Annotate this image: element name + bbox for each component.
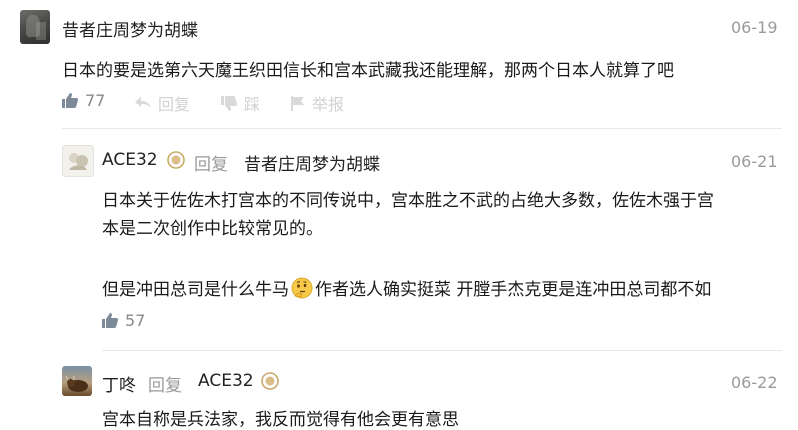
comment-author[interactable]: ACE32 xyxy=(102,150,158,170)
reply-to-user[interactable]: ACE32 xyxy=(198,371,254,391)
comment-date: 06-21 xyxy=(731,152,778,171)
level-badge-icon xyxy=(167,151,185,169)
avatar[interactable] xyxy=(62,366,92,396)
comment-date: 06-22 xyxy=(731,373,778,392)
avatar[interactable] xyxy=(62,145,94,177)
comment-text-line: 日本关于佐佐木打宫本的不同传说中，宫本胜之不武的占绝大多数，佐佐木强于宫 xyxy=(102,191,714,211)
comment-author[interactable]: 昔者庄周梦为胡蝶 xyxy=(62,16,198,41)
thinking-emoji-icon xyxy=(291,277,313,299)
comment-text-line: 但是冲田总司是什么牛马 作者选人确实挺菜 开膛手杰克更是连冲田总司都不如 xyxy=(102,275,711,300)
flag-icon xyxy=(290,95,306,112)
reply-to-user[interactable]: 昔者庄周梦为胡蝶 xyxy=(244,150,380,175)
reply-to-label: 回复 xyxy=(148,376,182,396)
comment-date: 06-19 xyxy=(731,18,778,37)
comment-text: 宫本自称是兵法家，我反而觉得有他会更有意思 xyxy=(102,410,459,430)
divider xyxy=(62,128,782,129)
like-button[interactable]: 57 xyxy=(101,311,145,330)
reply-button[interactable]: 回复 xyxy=(134,91,190,115)
report-label: 举报 xyxy=(312,95,345,114)
level-badge-icon xyxy=(261,372,279,390)
report-button[interactable]: 举报 xyxy=(290,91,344,115)
like-button[interactable]: 77 xyxy=(61,91,105,110)
reply-to-label: 回复 xyxy=(194,155,228,175)
comment-text: 日本的要是选第六天魔王织田信长和宫本武藏我还能理解，那两个日本人就算了吧 xyxy=(62,61,674,81)
divider xyxy=(102,350,782,351)
like-count: 57 xyxy=(125,311,146,330)
comment-text-part: 作者选人确实挺菜 开膛手杰克更是连冲田总司都不如 xyxy=(315,280,712,300)
reply-arrow-icon xyxy=(134,95,152,111)
comment-text-line: 本是二次创作中比较常见的。 xyxy=(102,219,323,239)
comment-author[interactable]: 丁咚 xyxy=(102,371,136,396)
reply-label: 回复 xyxy=(158,95,191,114)
thumbs-up-icon xyxy=(101,312,119,329)
dislike-label: 踩 xyxy=(244,95,261,114)
dislike-button[interactable]: 踩 xyxy=(220,91,260,115)
thumbs-up-icon xyxy=(61,92,79,109)
avatar[interactable] xyxy=(20,10,50,44)
thumbs-down-icon xyxy=(220,95,238,112)
comment-text-part: 但是冲田总司是什么牛马 xyxy=(102,280,289,300)
like-count: 77 xyxy=(85,91,106,110)
